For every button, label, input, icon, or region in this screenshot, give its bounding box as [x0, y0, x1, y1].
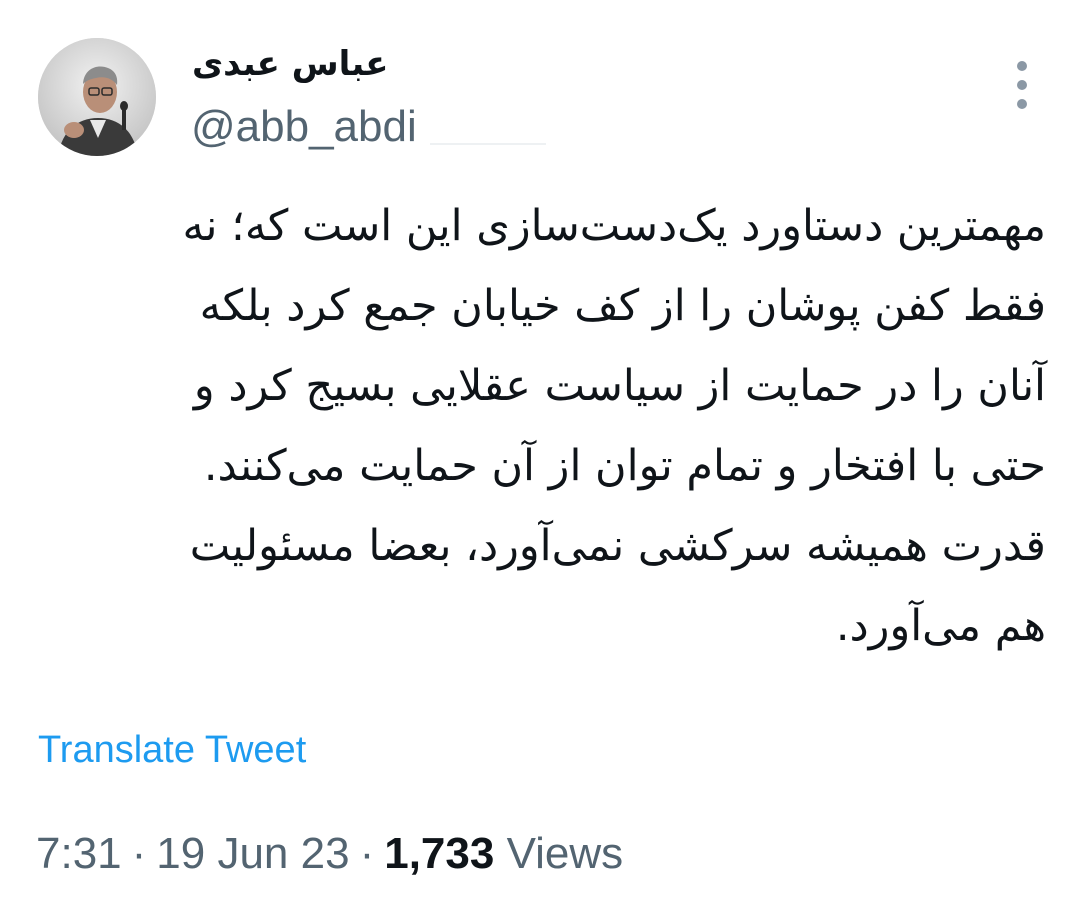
more-vertical-icon[interactable]	[1000, 56, 1044, 114]
views-label: Views	[506, 829, 624, 878]
tweet-text: مهمترین دستاورد یک‌دست‌سازی این است که؛ …	[36, 186, 1046, 666]
avatar-photo	[38, 38, 156, 156]
tweet-text-line: قدرت همیشه سرکشی نمی‌آورد، بعضا مسئولیت	[189, 521, 1046, 571]
handle-divider	[430, 143, 546, 145]
user-handle[interactable]: @abb_abdi	[191, 100, 417, 154]
tweet-time[interactable]: 7:31	[36, 829, 122, 878]
meta-separator: ·	[359, 829, 375, 878]
display-name[interactable]: عباس عبدی	[192, 40, 452, 88]
tweet-text-line: هم می‌آورد.	[835, 601, 1046, 651]
more-dot	[1017, 99, 1027, 109]
more-dot	[1017, 61, 1027, 71]
tweet-text-line: مهمترین دستاورد یک‌دست‌سازی این است که؛ …	[182, 201, 1046, 251]
tweet-date[interactable]: 19 Jun 23	[156, 829, 349, 878]
meta-separator: ·	[131, 829, 147, 878]
more-dot	[1017, 80, 1027, 90]
tweet-meta: 7:31 · 19 Jun 23 · 1,733 Views	[36, 826, 623, 882]
tweet-card: عباس عبدی @abb_abdi مهمترین دستاورد یک‌د…	[0, 0, 1080, 914]
tweet-text-line: آنان را در حمایت از سیاست عقلایی بسیج کر…	[193, 361, 1046, 411]
views-count[interactable]: 1,733	[384, 829, 494, 878]
tweet-text-line: فقط کفن پوشان را از کف خیابان جمع کرد بل…	[199, 281, 1046, 331]
translate-tweet-link[interactable]: Translate Tweet	[38, 726, 306, 774]
tweet-text-line: حتی با افتخار و تمام توان از آن حمایت می…	[203, 441, 1046, 491]
avatar[interactable]	[38, 38, 156, 156]
